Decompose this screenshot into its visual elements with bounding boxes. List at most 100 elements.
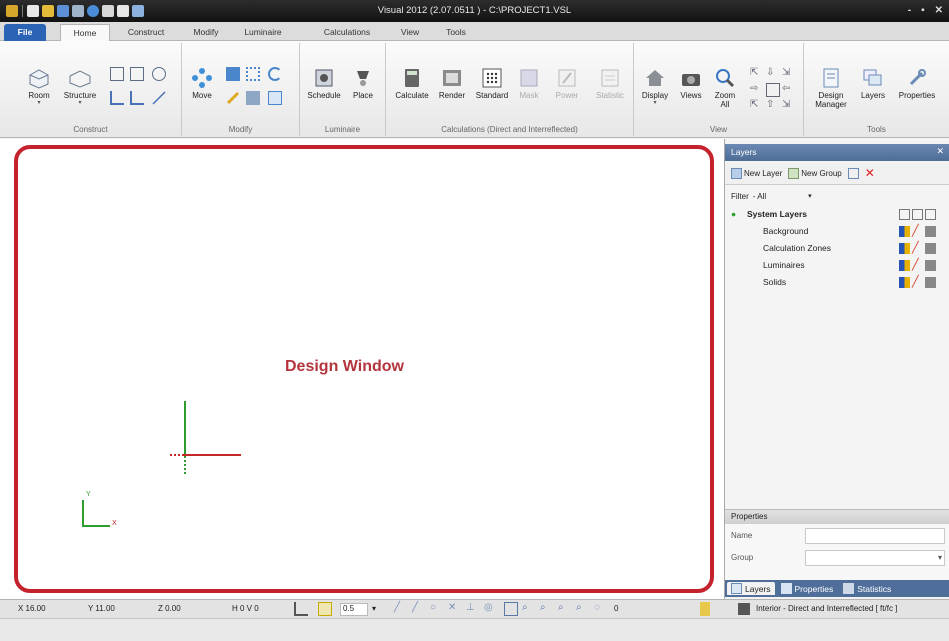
render-button[interactable]: Render bbox=[434, 67, 470, 100]
fill-icon[interactable] bbox=[925, 277, 936, 288]
tab-file[interactable]: File bbox=[4, 24, 46, 41]
array-icon[interactable] bbox=[246, 67, 260, 81]
close-button[interactable]: ✕ bbox=[935, 5, 943, 16]
pan-up-left-icon[interactable]: ⇱ bbox=[750, 67, 764, 81]
center-snap-icon[interactable]: ◎ bbox=[484, 602, 493, 613]
layers-tool-button[interactable]: Layers bbox=[856, 67, 890, 100]
power-button[interactable]: Power bbox=[550, 67, 584, 100]
views-button[interactable]: Views bbox=[676, 67, 706, 100]
display-button[interactable]: Display ▾ bbox=[638, 67, 672, 106]
l-shape-icon[interactable] bbox=[110, 91, 124, 105]
move-button[interactable]: Move bbox=[188, 67, 216, 100]
line-snap-alt-icon[interactable]: ╱ bbox=[412, 602, 418, 613]
stretch-icon[interactable] bbox=[268, 91, 282, 105]
layers-panel-close-icon[interactable]: ✕ bbox=[936, 146, 944, 157]
color-icon[interactable] bbox=[899, 277, 910, 288]
visibility-icon[interactable] bbox=[899, 209, 910, 220]
pan-down-right-icon[interactable]: ⇲ bbox=[782, 99, 796, 113]
pan-center-icon[interactable] bbox=[766, 83, 780, 97]
l-shape-alt-icon[interactable] bbox=[130, 91, 144, 105]
layer-row[interactable]: Luminaires ╱ bbox=[725, 258, 949, 274]
rectangle-icon[interactable] bbox=[110, 67, 124, 81]
fill-icon[interactable] bbox=[925, 260, 936, 271]
orbit-icon[interactable]: ◌ bbox=[594, 602, 600, 613]
property-group-select[interactable]: ▾ bbox=[805, 550, 945, 566]
calculate-button[interactable]: Calculate bbox=[392, 67, 432, 100]
pan-down-icon[interactable]: ⇩ bbox=[766, 67, 780, 81]
color-icon[interactable] bbox=[899, 243, 910, 254]
pan-up-icon[interactable]: ⇧ bbox=[766, 99, 780, 113]
layer-row[interactable]: Calculation Zones ╱ bbox=[725, 241, 949, 257]
print-toggle-icon[interactable] bbox=[925, 209, 936, 220]
design-area[interactable]: Design Window Y X bbox=[0, 139, 724, 599]
copy-icon[interactable] bbox=[226, 67, 240, 81]
panel-tab-layers[interactable]: Layers bbox=[727, 582, 775, 595]
panel-tab-properties[interactable]: Properties bbox=[777, 582, 838, 595]
pen-icon[interactable]: ╱ bbox=[912, 277, 923, 288]
line-snap-icon[interactable]: ╱ bbox=[394, 602, 400, 613]
zoom-in-icon[interactable]: ⌕ bbox=[540, 602, 546, 613]
zoom-all-button[interactable]: Zoom All bbox=[710, 67, 740, 109]
zoom-out-icon[interactable]: ⌕ bbox=[558, 602, 564, 613]
color-icon[interactable] bbox=[899, 226, 910, 237]
zoom-previous-icon[interactable]: ⌕ bbox=[576, 602, 582, 613]
group-dropdown-icon[interactable]: ▾ bbox=[938, 553, 942, 562]
tab-view[interactable]: View bbox=[392, 24, 428, 41]
restore-button[interactable]: ▪ bbox=[921, 5, 925, 16]
delete-layer-icon[interactable]: ✕ bbox=[865, 167, 876, 179]
layer-row[interactable]: Background ╱ bbox=[725, 224, 949, 240]
snap-grid-icon[interactable] bbox=[318, 602, 332, 616]
standard-button[interactable]: Standard bbox=[472, 67, 512, 100]
ortho-icon[interactable] bbox=[294, 602, 308, 616]
new-layer-button[interactable]: New Layer bbox=[731, 168, 782, 179]
layer-row[interactable]: Solids ╱ bbox=[725, 275, 949, 291]
pen-icon[interactable]: ╱ bbox=[912, 226, 923, 237]
copy-layer-icon[interactable] bbox=[847, 168, 859, 179]
fill-icon[interactable] bbox=[925, 226, 936, 237]
structure-button[interactable]: Structure ▾ bbox=[60, 67, 100, 106]
tab-home[interactable]: Home bbox=[60, 24, 110, 41]
minimize-button[interactable]: - bbox=[908, 5, 911, 16]
snap-dropdown-icon[interactable]: ▾ bbox=[372, 604, 376, 613]
intersection-snap-icon[interactable]: ✕ bbox=[448, 602, 456, 613]
circle-snap-icon[interactable]: ○ bbox=[430, 602, 436, 613]
tab-calculations[interactable]: Calculations bbox=[312, 24, 382, 41]
place-button[interactable]: Place bbox=[346, 67, 380, 100]
pan-down-left-icon[interactable]: ⇱ bbox=[750, 99, 764, 113]
rotate-icon[interactable] bbox=[268, 67, 282, 81]
tab-luminaire[interactable]: Luminaire bbox=[235, 24, 291, 41]
zoom-extents-icon[interactable] bbox=[504, 602, 518, 616]
property-name-field[interactable] bbox=[805, 528, 945, 544]
filter-select[interactable]: - All bbox=[753, 192, 766, 201]
filter-dropdown-icon[interactable]: ▾ bbox=[808, 192, 812, 200]
statistic-button[interactable]: Statistic bbox=[590, 67, 630, 100]
expand-icon[interactable]: ● bbox=[731, 209, 736, 219]
mirror-icon[interactable] bbox=[246, 91, 260, 105]
line-icon[interactable] bbox=[152, 91, 166, 105]
pan-right-icon[interactable]: ⇨ bbox=[750, 83, 764, 97]
design-manager-button[interactable]: Design Manager bbox=[810, 67, 852, 109]
fill-icon[interactable] bbox=[925, 243, 936, 254]
schedule-button[interactable]: Schedule bbox=[304, 67, 344, 100]
pen-icon[interactable]: ╱ bbox=[912, 260, 923, 271]
pen-icon[interactable]: ╱ bbox=[912, 243, 923, 254]
tab-construct[interactable]: Construct bbox=[118, 24, 174, 41]
square-icon[interactable] bbox=[130, 67, 144, 81]
zoom-window-icon[interactable]: ⌕ bbox=[522, 602, 528, 613]
tab-tools[interactable]: Tools bbox=[436, 24, 476, 41]
lock-icon[interactable] bbox=[912, 209, 923, 220]
color-icon[interactable] bbox=[899, 260, 910, 271]
new-group-button[interactable]: New Group bbox=[788, 168, 842, 179]
mask-button[interactable]: Mask bbox=[514, 67, 544, 100]
edit-pencil-icon[interactable] bbox=[226, 91, 240, 105]
pan-up-right-icon[interactable]: ⇲ bbox=[782, 67, 796, 81]
perpendicular-snap-icon[interactable]: ⊥ bbox=[466, 602, 475, 613]
tree-group-system-layers[interactable]: ● System Layers bbox=[725, 207, 949, 223]
tab-modify[interactable]: Modify bbox=[184, 24, 228, 41]
snap-value-field[interactable]: 0.5 bbox=[340, 603, 368, 616]
circle-icon[interactable] bbox=[152, 67, 166, 81]
room-button[interactable]: Room ▾ bbox=[24, 67, 54, 106]
properties-tool-button[interactable]: Properties bbox=[892, 67, 942, 100]
light-icon[interactable] bbox=[700, 602, 710, 616]
panel-tab-statistics[interactable]: Statistics bbox=[839, 582, 895, 595]
